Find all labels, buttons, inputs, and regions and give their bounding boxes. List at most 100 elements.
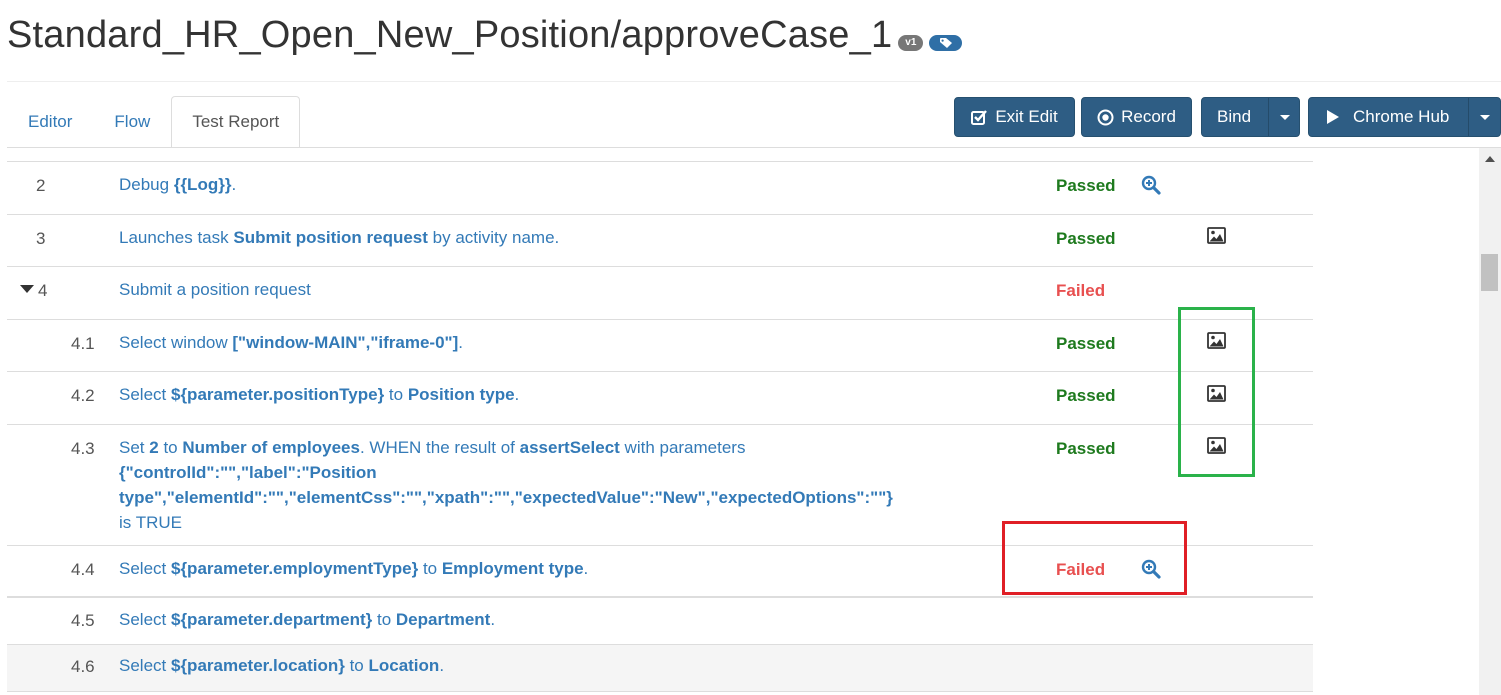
expand-caret-icon[interactable] [20, 285, 34, 293]
tab-test-report[interactable]: Test Report [171, 96, 301, 148]
step-number: 4 [38, 281, 48, 300]
vertical-scrollbar[interactable] [1479, 148, 1501, 695]
step-description-line: is TRUE [119, 510, 939, 535]
tab-flow[interactable]: Flow [93, 96, 171, 148]
record-label: Record [1121, 107, 1176, 126]
step-number: 4.4 [71, 560, 95, 579]
scroll-up-arrow-icon[interactable] [1485, 156, 1495, 162]
test-report-table: 2 Debug {{Log}}. Passed 3 Launches task … [7, 148, 1313, 695]
chrome-hub-button[interactable]: Chrome Hub [1308, 97, 1501, 137]
play-icon [1327, 110, 1339, 124]
step-parameter: {{Log}} [173, 175, 232, 194]
step-status: Passed [1056, 386, 1116, 405]
step-description[interactable]: Select ${parameter.location} to Location… [119, 653, 939, 678]
step-number: 4.6 [71, 657, 95, 676]
bind-label: Bind [1217, 107, 1252, 126]
step-text: Select [119, 559, 171, 578]
step-description[interactable]: Select window ["window-MAIN","iframe-0"]… [119, 330, 939, 355]
step-text: by activity name. [427, 228, 560, 247]
chevron-down-icon [1480, 114, 1490, 120]
step-text: is TRUE [119, 513, 182, 532]
title-bar: Standard_HR_Open_New_Position/approveCas… [7, 14, 963, 57]
step-number: 4.5 [71, 611, 95, 630]
step-description[interactable]: Launches task Submit position request by… [119, 225, 939, 250]
zoom-icon[interactable] [1141, 175, 1161, 195]
failed-step-highlight [1002, 521, 1187, 595]
record-icon [1097, 109, 1114, 125]
step-text: . [231, 175, 237, 194]
tab-bar: Editor Flow Test Report [7, 96, 301, 148]
step-parameter: ${parameter.employmentType} [170, 559, 419, 578]
step-parameter: Employment type [441, 559, 584, 578]
step-description[interactable]: Debug {{Log}}. [119, 172, 939, 197]
step-parameter: 2 [149, 438, 159, 457]
step-row-4-5: 4.5 Select ${parameter.department} to De… [7, 599, 1313, 644]
step-text: to [418, 559, 442, 578]
step-row-4-1: 4.1 Select window ["window-MAIN","iframe… [7, 319, 1313, 371]
step-parameter: ${parameter.department} [170, 610, 373, 629]
step-text: to [384, 385, 408, 404]
step-text: to [158, 438, 183, 457]
step-text: to [372, 610, 396, 629]
step-description[interactable]: Select ${parameter.department} to Depart… [119, 607, 939, 632]
step-number: 4.2 [71, 386, 95, 405]
step-description-line: type","elementId":"","elementCss":"","xp… [119, 485, 939, 510]
bind-button[interactable]: Bind [1201, 97, 1300, 137]
step-parameter: Number of employees [182, 438, 360, 457]
step-row-4: 4 Submit a position request Failed [7, 266, 1313, 319]
tag-icon [940, 37, 953, 48]
exit-edit-button[interactable]: Exit Edit [954, 97, 1075, 137]
step-number: 4.3 [71, 439, 95, 458]
record-button[interactable]: Record [1081, 97, 1192, 137]
step-text: with parameters [619, 438, 746, 457]
step-parameter: Department [395, 610, 491, 629]
step-status: Passed [1056, 334, 1116, 353]
step-text: Select [119, 610, 171, 629]
step-number: 2 [36, 176, 46, 195]
step-parameter: Location [368, 656, 440, 675]
step-description-line: {"controlId":"","label":"Position [119, 460, 939, 485]
step-parameter: {"controlId":"","label":"Position [119, 463, 377, 482]
step-parameter: Position type [407, 385, 515, 404]
step-text: Set [119, 438, 150, 457]
tab-editor[interactable]: Editor [7, 96, 93, 148]
step-text: . [583, 559, 589, 578]
step-description[interactable]: Set 2 to Number of employees. WHEN the r… [119, 435, 939, 535]
step-description[interactable]: Select ${parameter.employmentType} to Em… [119, 556, 939, 581]
step-text: . [439, 656, 445, 675]
step-text: Select [119, 385, 171, 404]
page-title: Standard_HR_Open_New_Position/approveCas… [7, 14, 893, 56]
step-parameter: ${parameter.positionType} [170, 385, 385, 404]
tag-badge[interactable] [929, 34, 963, 51]
chrome-hub-dropdown-toggle[interactable] [1468, 98, 1501, 136]
step-status: Passed [1056, 176, 1116, 195]
step-text: Submit a position request [119, 280, 311, 299]
version-badge: v1 [898, 34, 924, 51]
step-row-2: 2 Debug {{Log}}. Passed [7, 161, 1313, 214]
step-text: . [458, 333, 463, 352]
step-number: 3 [36, 229, 46, 248]
step-text: Select window [119, 333, 233, 352]
step-status: Passed [1056, 229, 1116, 248]
step-parameter: ["window-MAIN","iframe-0"] [232, 333, 459, 352]
image-icon[interactable] [1207, 227, 1226, 244]
step-parameter: assertSelect [519, 438, 620, 457]
scroll-thumb[interactable] [1481, 254, 1498, 291]
edit-check-icon [971, 109, 988, 125]
step-description[interactable]: Submit a position request [119, 277, 939, 302]
step-description[interactable]: Select ${parameter.positionType} to Posi… [119, 382, 939, 407]
step-status: Passed [1056, 439, 1116, 458]
screenshot-icons-highlight [1178, 307, 1255, 477]
step-status: Failed [1056, 281, 1106, 300]
table-bottom-border [7, 691, 1313, 695]
step-text: Debug [119, 175, 174, 194]
step-parameter: type","elementId":"","elementCss":"","xp… [119, 488, 893, 507]
step-row-3: 3 Launches task Submit position request … [7, 214, 1313, 266]
title-divider [7, 81, 1501, 82]
chrome-hub-label: Chrome Hub [1353, 107, 1450, 126]
exit-edit-label: Exit Edit [995, 107, 1058, 126]
step-text: to [344, 656, 369, 675]
bind-dropdown-toggle[interactable] [1268, 98, 1300, 136]
step-parameter: Submit position request [233, 228, 428, 247]
step-parameter: ${parameter.location} [170, 656, 345, 675]
